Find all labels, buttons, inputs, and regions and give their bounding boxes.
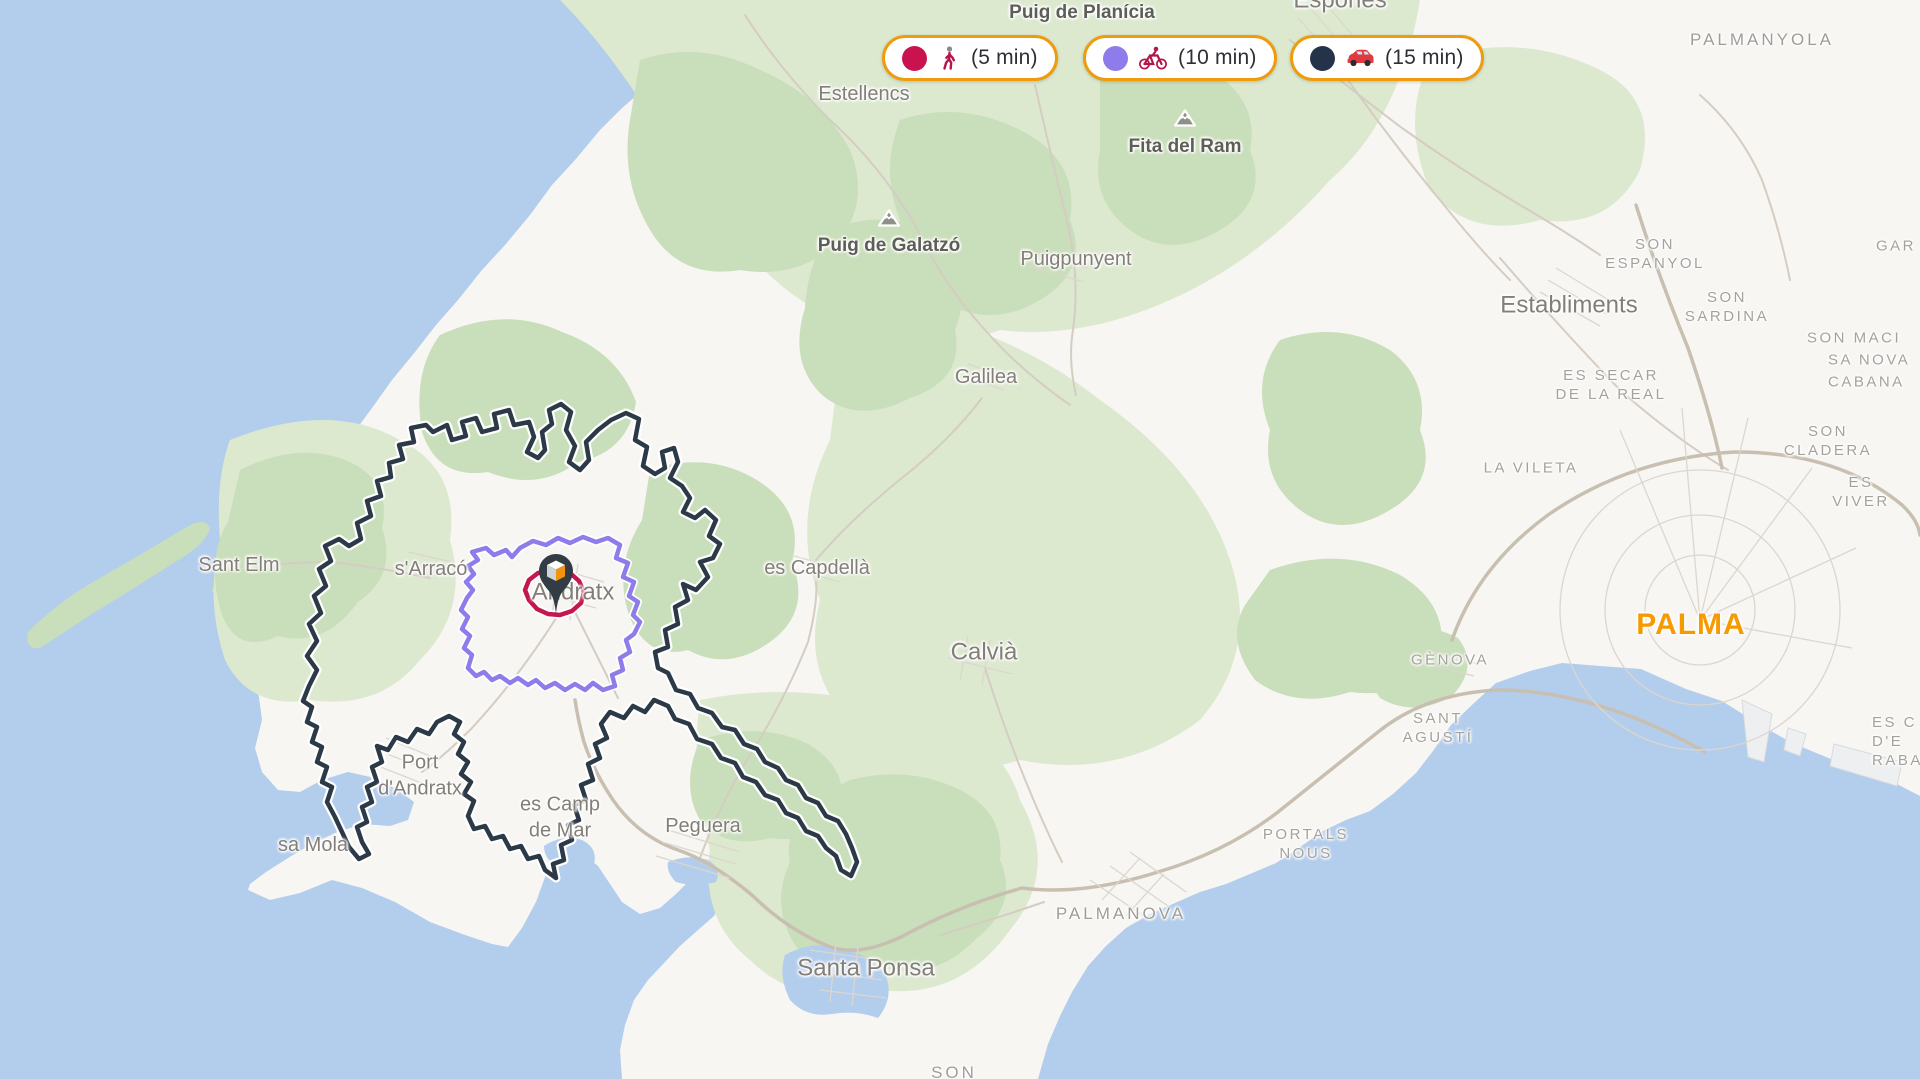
legend-label-cycling: (10 min)	[1178, 46, 1257, 70]
cycling-isochrone-dot	[1103, 46, 1128, 71]
pedestrian-icon	[937, 45, 961, 71]
legend-pill-cycling[interactable]: (10 min)	[1083, 35, 1277, 81]
walking-isochrone-dot	[902, 46, 927, 71]
location-marker-pin[interactable]	[537, 552, 575, 618]
cyclist-icon	[1138, 45, 1168, 71]
basemap-svg	[0, 0, 1920, 1079]
legend-label-driving: (15 min)	[1385, 46, 1464, 70]
driving-isochrone-dot	[1310, 46, 1335, 71]
map-canvas[interactable]: Puig de Planícia Esporles PALMANYOLA Est…	[0, 0, 1920, 1079]
car-icon	[1345, 46, 1375, 70]
legend-pill-walking[interactable]: (5 min)	[882, 35, 1058, 81]
legend-pill-driving[interactable]: (15 min)	[1290, 35, 1484, 81]
legend-label-walking: (5 min)	[971, 46, 1038, 70]
